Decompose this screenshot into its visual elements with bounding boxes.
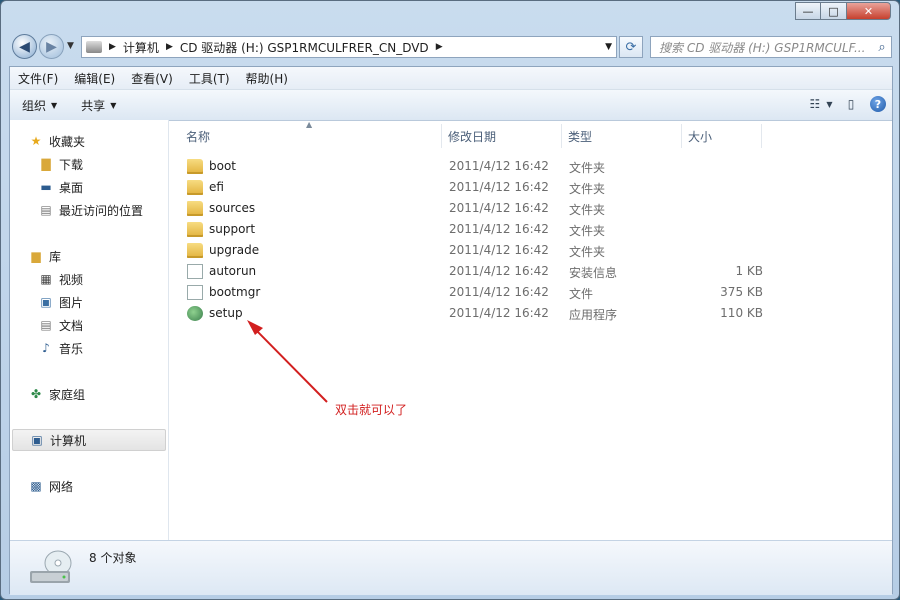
search-icon[interactable]: ⌕ bbox=[873, 40, 891, 55]
window-controls: — □ ✕ bbox=[795, 2, 891, 20]
search-box[interactable]: 搜索 CD 驱动器 (H:) GSP1RMCULF... ⌕ bbox=[650, 36, 892, 58]
breadcrumb-computer[interactable]: 计算机 bbox=[119, 39, 163, 56]
maximize-button[interactable]: □ bbox=[821, 2, 847, 20]
forward-arrow-icon: ▶ bbox=[46, 38, 57, 55]
close-button[interactable]: ✕ bbox=[847, 2, 891, 20]
annotation-arrow-icon bbox=[252, 326, 328, 403]
drive-icon bbox=[86, 41, 102, 53]
address-bar[interactable]: ▶ 计算机 ▶ CD 驱动器 (H:) GSP1RMCULFRER_CN_DVD… bbox=[81, 36, 617, 58]
breadcrumb-chevron-icon[interactable]: ▶ bbox=[106, 42, 119, 52]
breadcrumb-chevron-icon[interactable]: ▶ bbox=[433, 42, 446, 52]
status-bar: 8 个对象 bbox=[10, 540, 892, 595]
cd-drive-icon bbox=[30, 550, 72, 583]
annotation-text: 双击就可以了 bbox=[335, 403, 408, 417]
breadcrumb-chevron-icon[interactable]: ▶ bbox=[163, 42, 176, 52]
explorer-body: 文件(F) 编辑(E) 查看(V) 工具(T) 帮助(H) 组织 ▼ 共享 ▼ ☷ … bbox=[9, 66, 893, 595]
item-count: 8 个对象 bbox=[89, 551, 137, 565]
back-arrow-icon: ◀ bbox=[19, 38, 30, 55]
address-dropdown-icon[interactable]: ▼ bbox=[605, 42, 616, 52]
explorer-window: — □ ✕ ◀ ▶ ▼ ▶ 计算机 ▶ CD 驱动器 (H:) GSP1RMCU… bbox=[0, 0, 900, 600]
annotation-arrowhead-icon bbox=[247, 320, 263, 335]
recent-pages-dropdown[interactable]: ▼ bbox=[67, 41, 74, 51]
refresh-icon: ⟳ bbox=[625, 39, 637, 55]
back-button[interactable]: ◀ bbox=[12, 34, 37, 59]
forward-button[interactable]: ▶ bbox=[39, 34, 64, 59]
search-placeholder[interactable]: 搜索 CD 驱动器 (H:) GSP1RMCULF... bbox=[651, 39, 873, 56]
address-row: ◀ ▶ ▼ ▶ 计算机 ▶ CD 驱动器 (H:) GSP1RMCULFRER_… bbox=[9, 32, 893, 62]
breadcrumb-cd-drive[interactable]: CD 驱动器 (H:) GSP1RMCULFRER_CN_DVD bbox=[176, 39, 433, 56]
refresh-button[interactable]: ⟳ bbox=[619, 36, 643, 58]
minimize-button[interactable]: — bbox=[795, 2, 821, 20]
annotation-arrow-layer bbox=[247, 320, 328, 403]
